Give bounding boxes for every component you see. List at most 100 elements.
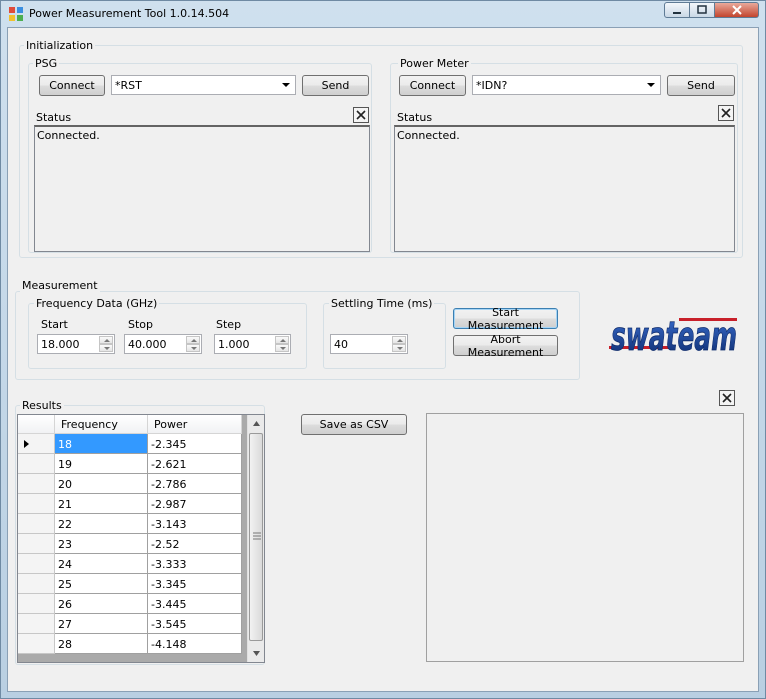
settling-label: Settling Time (ms) bbox=[329, 297, 435, 310]
psg-clear-button[interactable] bbox=[353, 107, 369, 123]
power-cell[interactable]: -3.345 bbox=[148, 574, 242, 594]
start-frequency-value: 18.000 bbox=[41, 338, 80, 351]
close-icon bbox=[721, 108, 731, 118]
power-meter-connect-button[interactable]: Connect bbox=[399, 75, 466, 96]
table-row[interactable]: 21 -2.987 bbox=[18, 494, 247, 514]
frequency-cell[interactable]: 23 bbox=[55, 534, 148, 554]
step-label: Step bbox=[216, 318, 242, 331]
row-header[interactable] bbox=[18, 574, 55, 594]
row-header[interactable] bbox=[18, 614, 55, 634]
title-bar[interactable]: Power Measurement Tool 1.0.14.504 bbox=[1, 1, 765, 27]
power-column-header[interactable]: Power bbox=[148, 415, 242, 434]
power-meter-status-label: Status bbox=[397, 111, 433, 124]
close-window-button[interactable] bbox=[715, 2, 759, 18]
spin-down-button[interactable] bbox=[99, 344, 113, 352]
frequency-cell[interactable]: 27 bbox=[55, 614, 148, 634]
power-cell[interactable]: -2.621 bbox=[148, 454, 242, 474]
measurement-label: Measurement bbox=[20, 279, 100, 292]
table-row[interactable]: 22 -3.143 bbox=[18, 514, 247, 534]
row-header[interactable] bbox=[18, 434, 55, 454]
psg-connect-button[interactable]: Connect bbox=[39, 75, 105, 96]
table-row[interactable]: 19 -2.621 bbox=[18, 454, 247, 474]
results-label: Results bbox=[20, 399, 64, 412]
row-header[interactable] bbox=[18, 514, 55, 534]
settling-time-input[interactable]: 40 bbox=[330, 334, 408, 354]
power-meter-command-combo[interactable]: *IDN? bbox=[472, 75, 661, 95]
start-measurement-button[interactable]: Start Measurement bbox=[453, 306, 558, 332]
table-row[interactable]: 28 -4.148 bbox=[18, 634, 247, 654]
spin-up-button[interactable] bbox=[99, 336, 113, 344]
triangle-right-icon bbox=[24, 440, 29, 448]
table-row[interactable]: 18 -2.345 bbox=[18, 434, 247, 454]
frequency-column-header[interactable]: Frequency bbox=[55, 415, 148, 434]
spin-down-button[interactable] bbox=[275, 344, 289, 352]
scroll-down-icon[interactable] bbox=[248, 645, 265, 662]
abort-measurement-button[interactable]: Abort Measurement bbox=[453, 333, 558, 359]
power-cell[interactable]: -2.52 bbox=[148, 534, 242, 554]
main-panel: Initialization PSG Connect *RST Send Sta… bbox=[7, 27, 759, 692]
power-cell[interactable]: -2.786 bbox=[148, 474, 242, 494]
spin-up-button[interactable] bbox=[275, 336, 289, 344]
row-header[interactable] bbox=[18, 454, 55, 474]
power-cell[interactable]: -3.333 bbox=[148, 554, 242, 574]
table-row[interactable]: 26 -3.445 bbox=[18, 594, 247, 614]
plot-clear-button[interactable] bbox=[719, 390, 735, 406]
row-header[interactable] bbox=[18, 474, 55, 494]
frequency-label: Frequency Data (GHz) bbox=[34, 297, 160, 310]
plot-area[interactable] bbox=[426, 413, 744, 662]
frequency-cell[interactable]: 28 bbox=[55, 634, 148, 654]
frequency-cell[interactable]: 20 bbox=[55, 474, 148, 494]
table-scrollbar[interactable] bbox=[247, 415, 264, 662]
spin-down-button[interactable] bbox=[186, 344, 200, 352]
spin-arrows bbox=[99, 336, 113, 352]
row-header[interactable] bbox=[18, 634, 55, 654]
stop-frequency-input[interactable]: 40.000 bbox=[124, 334, 202, 354]
power-cell[interactable]: -2.987 bbox=[148, 494, 242, 514]
power-cell[interactable]: -3.545 bbox=[148, 614, 242, 634]
spin-arrows bbox=[275, 336, 289, 352]
save-csv-button[interactable]: Save as CSV bbox=[301, 414, 407, 435]
frequency-cell[interactable]: 22 bbox=[55, 514, 148, 534]
psg-status-box[interactable]: Connected. bbox=[34, 125, 370, 252]
maximize-button[interactable] bbox=[690, 2, 715, 18]
spin-up-button[interactable] bbox=[186, 336, 200, 344]
spin-down-button[interactable] bbox=[392, 344, 406, 352]
close-icon bbox=[722, 393, 732, 403]
scroll-up-icon[interactable] bbox=[248, 415, 265, 432]
frequency-cell[interactable]: 21 bbox=[55, 494, 148, 514]
row-header[interactable] bbox=[18, 534, 55, 554]
power-cell[interactable]: -3.143 bbox=[148, 514, 242, 534]
results-table[interactable]: Frequency Power 18 -2.345 19 -2.621 20 -2.786… bbox=[17, 414, 265, 663]
frequency-cell[interactable]: 19 bbox=[55, 454, 148, 474]
table-row[interactable]: 27 -3.545 bbox=[18, 614, 247, 634]
psg-send-button[interactable]: Send bbox=[302, 75, 369, 96]
table-row[interactable]: 24 -3.333 bbox=[18, 554, 247, 574]
psg-status-label: Status bbox=[36, 111, 72, 124]
row-header[interactable] bbox=[18, 594, 55, 614]
frequency-cell[interactable]: 26 bbox=[55, 594, 148, 614]
psg-command-value: *RST bbox=[115, 79, 142, 92]
frequency-cell[interactable]: 25 bbox=[55, 574, 148, 594]
row-header[interactable] bbox=[18, 494, 55, 514]
spin-up-button[interactable] bbox=[392, 336, 406, 344]
power-meter-clear-button[interactable] bbox=[718, 105, 734, 121]
stop-label: Stop bbox=[128, 318, 154, 331]
close-icon bbox=[731, 5, 742, 15]
start-frequency-input[interactable]: 18.000 bbox=[37, 334, 115, 354]
psg-command-combo[interactable]: *RST bbox=[111, 75, 296, 95]
power-meter-status-box[interactable]: Connected. bbox=[394, 125, 735, 252]
power-meter-send-button[interactable]: Send bbox=[667, 75, 735, 96]
table-row[interactable]: 23 -2.52 bbox=[18, 534, 247, 554]
table-row[interactable]: 25 -3.345 bbox=[18, 574, 247, 594]
table-row[interactable]: 20 -2.786 bbox=[18, 474, 247, 494]
power-cell[interactable]: -4.148 bbox=[148, 634, 242, 654]
row-header[interactable] bbox=[18, 554, 55, 574]
frequency-cell[interactable]: 24 bbox=[55, 554, 148, 574]
power-cell[interactable]: -3.445 bbox=[148, 594, 242, 614]
frequency-cell[interactable]: 18 bbox=[55, 434, 148, 454]
settling-time-value: 40 bbox=[334, 338, 348, 351]
step-frequency-input[interactable]: 1.000 bbox=[214, 334, 291, 354]
scroll-thumb[interactable] bbox=[249, 433, 263, 641]
power-cell[interactable]: -2.345 bbox=[148, 434, 242, 454]
minimize-button[interactable] bbox=[664, 2, 690, 18]
